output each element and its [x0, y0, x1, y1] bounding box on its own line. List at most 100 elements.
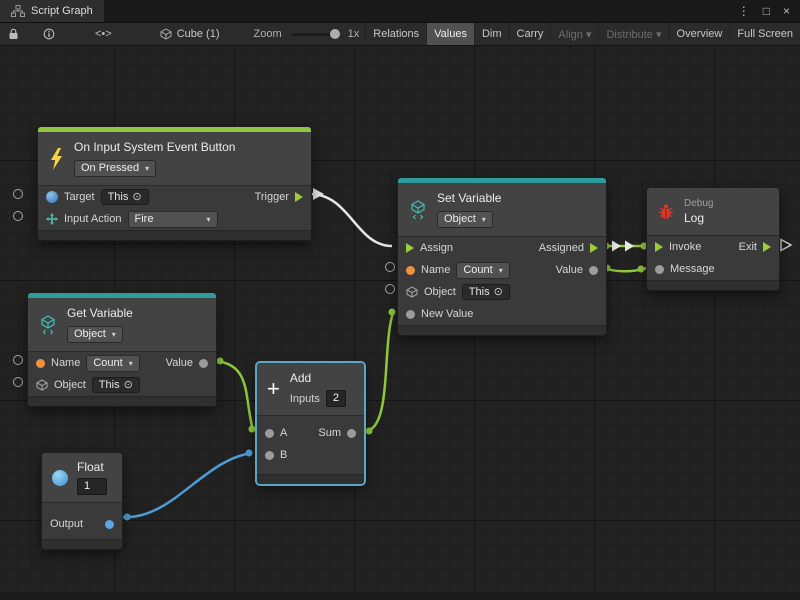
distribute-button[interactable]: Distribute ▾ [598, 23, 668, 45]
output-row: Output [42, 513, 122, 535]
setvar-name-port-ring[interactable] [385, 262, 395, 272]
object-label: Object [424, 286, 456, 298]
node-on-input-system-event-button[interactable]: On Input System Event Button On Pressed … [37, 126, 312, 241]
object-self-chip[interactable]: This ⊙ [92, 377, 140, 393]
assigned-flow-port[interactable] [590, 243, 598, 253]
a-input-port[interactable] [265, 429, 274, 438]
node-add[interactable]: + Add Inputs 2 A Sum [256, 362, 365, 485]
wire-getvalue-to-a[interactable] [215, 361, 253, 430]
target-row: Target This ⊙ Trigger [38, 186, 311, 208]
self-icon: ⊙ [124, 380, 133, 390]
exit-unconnected-arrow[interactable] [781, 240, 791, 251]
tab-script-graph[interactable]: Script Graph [0, 0, 104, 22]
a-row: A Sum [257, 422, 364, 444]
inputs-label: Inputs [290, 393, 320, 405]
zoom-label: Zoom [248, 23, 288, 45]
event-action-port-ring[interactable] [13, 211, 23, 221]
b-input-port[interactable] [265, 451, 274, 460]
dim-button[interactable]: Dim [474, 23, 509, 45]
flow-arrow-indicator [625, 241, 634, 252]
node-category: Debug [684, 198, 713, 209]
align-button[interactable]: Align ▾ [550, 23, 598, 45]
inputs-count-field[interactable]: 2 [326, 390, 346, 407]
object-self-chip[interactable]: This ⊙ [462, 284, 510, 300]
invoke-row: Invoke Exit [647, 236, 779, 258]
window-controls: ⋮ □ × [728, 0, 800, 22]
wire-sum-to-newvalue[interactable] [366, 313, 393, 431]
node-body: Name Count ▾ Value Object [28, 351, 216, 396]
name-row: Name Count ▾ Value [398, 259, 606, 281]
node-float[interactable]: Float 1 Output [41, 452, 123, 550]
node-title: Get Variable [67, 306, 133, 320]
cube-icon [160, 28, 172, 40]
name-dropdown[interactable]: Count ▾ [86, 355, 139, 372]
node-header: On Input System Event Button On Pressed … [38, 132, 311, 185]
wire-end-dot [124, 514, 131, 521]
info-icon[interactable] [35, 23, 63, 45]
graph-target[interactable]: Cube (1) [154, 23, 226, 45]
node-footer [398, 325, 606, 335]
flow-arrow-indicator [612, 241, 621, 252]
caret-down-icon: ▾ [206, 213, 210, 226]
node-body: Target This ⊙ Trigger Input Action Fire [38, 185, 311, 230]
float-value-field[interactable]: 1 [77, 478, 107, 495]
carry-button[interactable]: Carry [509, 23, 551, 45]
variable-scope-dropdown[interactable]: Object ▾ [437, 211, 493, 228]
node-body: Invoke Exit Message [647, 235, 779, 280]
invoke-flow-port[interactable] [655, 242, 663, 252]
maximize-icon[interactable]: □ [763, 4, 770, 18]
input-action-dropdown[interactable]: Fire ▾ [128, 211, 218, 228]
bug-icon [657, 203, 675, 220]
exit-flow-port[interactable] [763, 242, 771, 252]
relations-button[interactable]: Relations [365, 23, 426, 45]
a-label: A [280, 427, 287, 439]
node-set-variable[interactable]: Set Variable Object ▾ Assign Assigned [397, 177, 607, 336]
trigger-flow-port[interactable] [295, 192, 303, 202]
values-button[interactable]: Values [426, 23, 474, 45]
object-row: Object This ⊙ [28, 374, 216, 396]
getvar-name-port-ring[interactable] [13, 355, 23, 365]
object-value: This [99, 379, 120, 391]
close-icon[interactable]: × [783, 4, 790, 18]
trigger-label: Trigger [255, 191, 289, 203]
menu-icon[interactable]: ⋮ [738, 4, 750, 18]
name-string-port[interactable] [406, 266, 415, 275]
event-mode-dropdown[interactable]: On Pressed ▾ [74, 160, 156, 177]
value-output-port[interactable] [589, 266, 598, 275]
graph-tab-icon [11, 5, 25, 17]
setvar-object-port-ring[interactable] [385, 284, 395, 294]
b-row: B [257, 444, 364, 466]
value-output-port[interactable] [199, 359, 208, 368]
sum-output-port[interactable] [347, 429, 356, 438]
getvar-object-port-ring[interactable] [13, 377, 23, 387]
wire-end-dot [389, 309, 396, 316]
assigned-label: Assigned [539, 242, 584, 254]
target-label: Target [64, 191, 95, 203]
target-self-chip[interactable]: This ⊙ [101, 189, 149, 205]
target-type-icon [46, 191, 58, 203]
message-row: Message [647, 258, 779, 280]
wire-trigger-to-assign[interactable] [310, 194, 392, 246]
code-icon[interactable]: <•> [87, 23, 120, 45]
node-title: Float [77, 460, 104, 474]
assign-flow-port[interactable] [406, 243, 414, 253]
message-input-port[interactable] [655, 265, 664, 274]
overview-button[interactable]: Overview [669, 23, 730, 45]
name-dropdown[interactable]: Count ▾ [456, 262, 509, 279]
event-target-port-ring[interactable] [13, 189, 23, 199]
input-action-label: Input Action [64, 213, 122, 225]
name-string-port[interactable] [36, 359, 45, 368]
lock-icon[interactable] [0, 23, 27, 45]
node-get-variable[interactable]: Get Variable Object ▾ Name Count ▾ [27, 292, 217, 407]
graph-canvas[interactable]: On Input System Event Button On Pressed … [0, 46, 800, 600]
node-debug-log[interactable]: Debug Log Invoke Exit Message [646, 187, 780, 291]
float-output-port[interactable] [105, 520, 114, 529]
full-screen-button[interactable]: Full Screen [729, 23, 800, 45]
wire-float-to-b[interactable] [121, 453, 252, 517]
name-row: Name Count ▾ Value [28, 352, 216, 374]
new-value-input-port[interactable] [406, 310, 415, 319]
zoom-slider-handle[interactable] [330, 29, 340, 39]
zoom-slider[interactable] [292, 33, 338, 36]
variable-scope-dropdown[interactable]: Object ▾ [67, 326, 123, 343]
add-plus-icon: + [267, 379, 280, 399]
